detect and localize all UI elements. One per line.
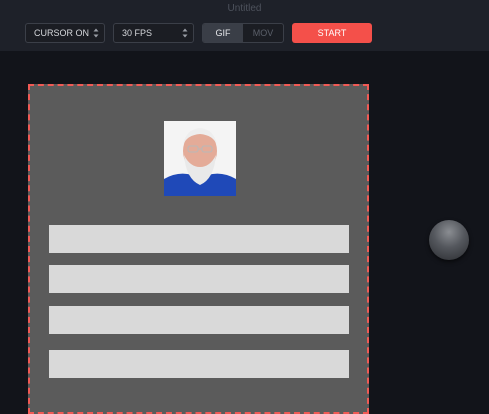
form-field[interactable] xyxy=(49,306,349,334)
cursor-select-value: CURSOR ON xyxy=(34,28,90,38)
form-field[interactable] xyxy=(49,350,349,378)
avatar xyxy=(164,121,236,196)
cursor-select[interactable]: CURSOR ON xyxy=(25,23,105,43)
form-field[interactable] xyxy=(49,265,349,293)
fps-select-value: 30 FPS xyxy=(122,28,153,38)
form-field[interactable] xyxy=(49,225,349,253)
chevron-updown-icon xyxy=(93,27,99,39)
fps-select[interactable]: 30 FPS xyxy=(113,23,194,43)
capture-area[interactable] xyxy=(28,84,369,414)
profile-photo-icon xyxy=(164,121,236,196)
start-button[interactable]: START xyxy=(292,23,372,43)
round-knob-icon[interactable] xyxy=(429,220,469,260)
window-title: Untitled xyxy=(227,3,262,14)
toolbar: Untitled CURSOR ON 30 FPS GIF MOV START xyxy=(0,0,489,51)
format-mov-button[interactable]: MOV xyxy=(243,24,283,42)
format-toggle: GIF MOV xyxy=(202,23,284,43)
chevron-updown-icon xyxy=(182,27,188,39)
format-gif-button[interactable]: GIF xyxy=(203,24,243,42)
